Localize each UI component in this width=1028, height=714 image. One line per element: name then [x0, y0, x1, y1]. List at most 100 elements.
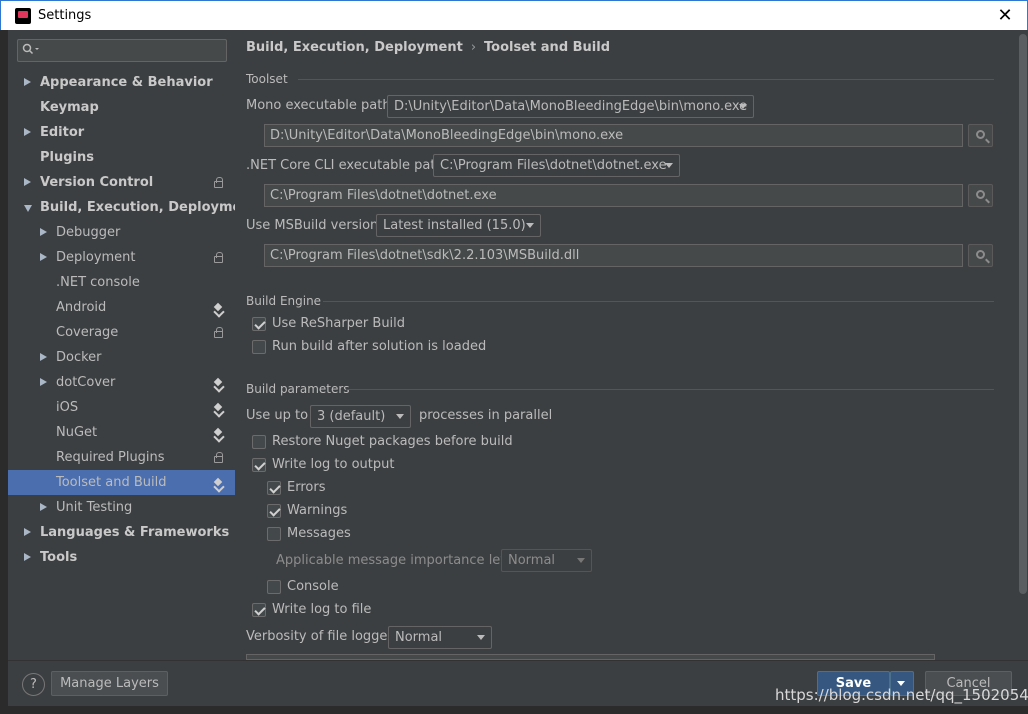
- restore-nuget-checkbox[interactable]: [252, 435, 266, 449]
- chevron-right-icon[interactable]: [24, 128, 31, 136]
- write-log-output-checkbox[interactable]: [252, 458, 266, 472]
- layers-icon: [214, 378, 223, 387]
- settings-sidebar: Appearance & Behavior Keymap Editor Plugins…: [8, 30, 257, 660]
- tree-item-label: Debugger: [56, 225, 121, 240]
- dotnet-browse-button[interactable]: [968, 184, 993, 207]
- tree-item-editor[interactable]: Editor: [8, 120, 235, 145]
- mono-path-field[interactable]: D:\Unity\Editor\Data\MonoBleedingEdge\bi…: [264, 124, 963, 147]
- tree-item-vcs[interactable]: Version Control: [8, 170, 235, 195]
- tree-item-toolset[interactable]: Toolset and Build: [8, 470, 235, 495]
- errors-checkbox[interactable]: [267, 481, 281, 495]
- msbuild-browse-button[interactable]: [968, 244, 993, 267]
- run-build-after-load-checkbox[interactable]: [252, 340, 266, 354]
- tree-item-ios[interactable]: iOS: [8, 395, 235, 420]
- breadcrumb: Build, Execution, Deployment › Toolset and…: [246, 40, 610, 55]
- chevron-down-icon: [477, 635, 485, 640]
- tree-item-unittesting[interactable]: Unit Testing: [8, 495, 235, 520]
- tree-item-appearance[interactable]: Appearance & Behavior: [8, 70, 235, 95]
- tree-item-label: Toolset and Build: [56, 475, 167, 490]
- chevron-down-icon[interactable]: [24, 205, 32, 212]
- tree-item-label: Android: [56, 300, 107, 315]
- restore-nuget-label[interactable]: Restore Nuget packages before build: [272, 434, 513, 449]
- tree-item-label: Plugins: [40, 150, 94, 165]
- scrollbar-thumb[interactable]: [1019, 34, 1027, 594]
- lock-icon: [214, 177, 223, 188]
- mono-path-label: Mono executable path:: [246, 98, 395, 113]
- settings-search-input[interactable]: [17, 39, 227, 62]
- messages-checkbox[interactable]: [267, 527, 281, 541]
- use-resharper-build-label[interactable]: Use ReSharper Build: [272, 316, 405, 331]
- msbuild-version-combo[interactable]: Latest installed (15.0): [376, 214, 541, 237]
- chevron-right-icon[interactable]: [24, 78, 31, 86]
- tree-item-keymap[interactable]: Keymap: [8, 95, 235, 120]
- tree-item-docker[interactable]: Docker: [8, 345, 235, 370]
- warnings-checkbox[interactable]: [267, 504, 281, 518]
- tree-item-label: dotCover: [56, 375, 116, 390]
- tree-item-label: Keymap: [40, 100, 99, 115]
- use-resharper-build-checkbox[interactable]: [252, 317, 266, 331]
- tree-item-label: Editor: [40, 125, 85, 140]
- tree-item-android[interactable]: Android: [8, 295, 235, 320]
- parallel-processes-combo[interactable]: 3 (default): [310, 405, 411, 428]
- chevron-right-icon[interactable]: [40, 378, 47, 386]
- tree-item-deployment[interactable]: Deployment: [8, 245, 235, 270]
- tree-item-plugins[interactable]: Plugins: [8, 145, 235, 170]
- tree-item-coverage[interactable]: Coverage: [8, 320, 235, 345]
- dotnet-path-field[interactable]: C:\Program Files\dotnet\dotnet.exe: [264, 184, 963, 207]
- editor-gutter: [0, 30, 8, 706]
- mono-browse-button[interactable]: [968, 124, 993, 147]
- chevron-right-icon[interactable]: [24, 528, 31, 536]
- errors-label[interactable]: Errors: [287, 480, 325, 495]
- tree-item-nuget[interactable]: NuGet: [8, 420, 235, 445]
- console-label[interactable]: Console: [287, 579, 339, 594]
- tree-item-reqplugins[interactable]: Required Plugins: [8, 445, 235, 470]
- manage-layers-button[interactable]: Manage Layers: [51, 671, 168, 696]
- tree-item-label: Build, Execution, Deployment: [40, 200, 257, 215]
- tree-item-label: Required Plugins: [56, 450, 165, 465]
- chevron-right-icon[interactable]: [40, 228, 47, 236]
- build-engine-section-title: Build Engine: [246, 294, 322, 308]
- chevron-right-icon[interactable]: [40, 353, 47, 361]
- write-log-file-label[interactable]: Write log to file: [272, 602, 371, 617]
- tree-item-languages[interactable]: Languages & Frameworks: [8, 520, 235, 545]
- tree-item-label: NuGet: [56, 425, 98, 440]
- tree-item-label: iOS: [56, 400, 79, 415]
- lock-icon: [214, 452, 223, 463]
- tree-item-netconsole[interactable]: .NET console: [8, 270, 235, 295]
- search-icon: [976, 190, 985, 199]
- tree-item-label: Appearance & Behavior: [40, 75, 213, 90]
- chevron-right-icon[interactable]: [24, 178, 31, 186]
- mono-path-combo-value: D:\Unity\Editor\Data\MonoBleedingEdge\bi…: [394, 99, 748, 114]
- verbosity-label: Verbosity of file logger: [246, 629, 393, 644]
- run-build-after-load-label[interactable]: Run build after solution is loaded: [272, 339, 486, 354]
- lock-icon: [214, 252, 223, 263]
- tree-item-build[interactable]: Build, Execution, Deployment: [8, 195, 257, 220]
- help-button[interactable]: ?: [22, 673, 45, 696]
- write-log-file-checkbox[interactable]: [252, 603, 266, 617]
- mono-path-combo[interactable]: D:\Unity\Editor\Data\MonoBleedingEdge\bi…: [387, 95, 754, 118]
- breadcrumb-separator: ›: [470, 40, 477, 55]
- tree-item-debugger[interactable]: Debugger: [8, 220, 235, 245]
- rider-app-icon: [15, 8, 31, 24]
- chevron-right-icon[interactable]: [40, 253, 47, 261]
- messages-label[interactable]: Messages: [287, 526, 351, 541]
- tree-item-label: Version Control: [40, 175, 154, 190]
- verbosity-combo[interactable]: Normal: [388, 626, 492, 649]
- msbuild-path-field[interactable]: C:\Program Files\dotnet\sdk\2.2.103\MSBu…: [264, 244, 963, 267]
- tree-item-dotcover[interactable]: dotCover: [8, 370, 235, 395]
- chevron-right-icon[interactable]: [40, 503, 47, 511]
- dotnet-path-combo[interactable]: C:\Program Files\dotnet\dotnet.exe: [433, 154, 680, 177]
- content-scrollbar[interactable]: [1019, 34, 1027, 654]
- warnings-label[interactable]: Warnings: [287, 503, 347, 518]
- console-checkbox[interactable]: [267, 580, 281, 594]
- watermark-text: https://blog.csdn.net/qq_15020543: [775, 686, 1028, 704]
- close-icon[interactable]: ✕: [995, 5, 1015, 26]
- breadcrumb-parent[interactable]: Build, Execution, Deployment: [246, 40, 463, 55]
- write-log-output-label[interactable]: Write log to output: [272, 457, 394, 472]
- layers-icon: [214, 403, 223, 412]
- use-up-to-label: Use up to: [246, 408, 309, 423]
- tree-item-tools[interactable]: Tools: [8, 545, 235, 570]
- build-engine-divider: [323, 301, 994, 302]
- build-params-section-title: Build parameters: [246, 382, 350, 396]
- chevron-right-icon[interactable]: [24, 553, 31, 561]
